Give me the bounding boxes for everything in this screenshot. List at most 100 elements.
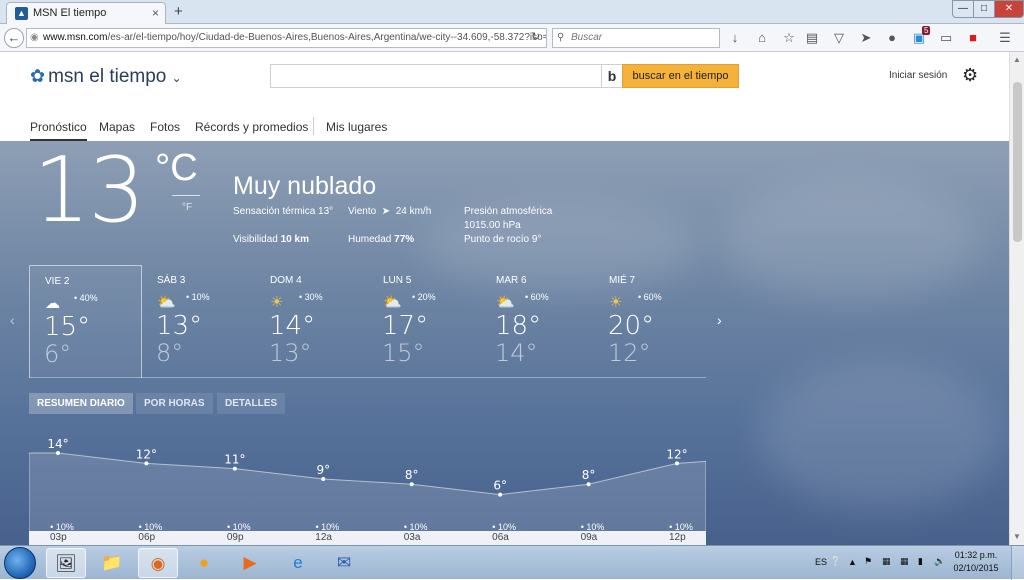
window-maximize-button[interactable]: □ <box>973 0 995 18</box>
network-icon[interactable]: ▦ <box>900 556 909 567</box>
windows-taskbar: 🖼 📁 ◉ ● ▶ e ✉ ES ❔ ▲ ⚑ ▦ ▦ ▮ 🔊 01:32 p.m… <box>0 545 1024 580</box>
close-tab-icon[interactable]: × <box>152 6 159 20</box>
tray-flag-icon[interactable]: ⚑ <box>864 556 872 567</box>
reload-icon[interactable]: ↻ <box>531 30 540 43</box>
chat-icon[interactable]: ● <box>884 30 900 45</box>
forecast-day-card[interactable]: VIE 2 ☁ • 40% 15° 6° <box>29 265 142 378</box>
language-indicator[interactable]: ES <box>815 557 827 567</box>
tray-grid-icon[interactable]: ▦ <box>882 556 891 567</box>
tab-resumen-diario[interactable]: RESUMEN DIARIO <box>29 393 133 414</box>
pressure: Presión atmosférica <box>464 206 552 217</box>
system-clock[interactable]: 01:32 p.m. 02/10/2015 <box>946 549 1006 575</box>
search-weather-button[interactable]: buscar en el tiempo <box>622 64 739 88</box>
hour-tick-label: 12a <box>315 532 332 543</box>
weather-search-input[interactable] <box>270 64 602 88</box>
current-temperature: 13 <box>33 141 146 243</box>
dew-value: 9° <box>531 234 542 245</box>
signin-link[interactable]: Iniciar sesión <box>889 70 947 81</box>
globe-icon: ◉ <box>30 32 39 43</box>
forecast-day-card[interactable]: LUN 5 ⛅ • 20% 17° 15° <box>368 265 481 378</box>
forecast-day-card[interactable]: SÁB 3 ⛅ • 10% 13° 8° <box>142 265 255 378</box>
taskbar-thunderbird-icon[interactable]: ✉ <box>324 548 364 578</box>
unit-fahrenheit[interactable]: °F <box>182 202 192 213</box>
wind: Viento ➤ 24 km/h <box>348 206 431 217</box>
download-icon[interactable]: ↓ <box>727 30 743 45</box>
forecast-day-card[interactable]: MAR 6 ⛅ • 60% 18° 14° <box>481 265 594 378</box>
temperature-point[interactable] <box>144 461 149 466</box>
taskbar-folder-icon[interactable]: 📁 <box>92 548 132 578</box>
menu-icon[interactable]: ☰ <box>997 30 1013 46</box>
start-button[interactable] <box>4 547 36 579</box>
new-tab-button[interactable]: + <box>174 3 183 20</box>
sunny-icon: ☀ <box>270 294 284 311</box>
search-placeholder: Buscar <box>571 32 603 43</box>
tab-detalles[interactable]: DETALLES <box>217 393 286 414</box>
forecast-day-card[interactable]: DOM 4 ☀ • 30% 14° 13° <box>255 265 368 378</box>
hour-tick-label: 03p <box>50 532 67 543</box>
bookmarks-list-icon[interactable]: ▤ <box>804 30 820 46</box>
power-icon[interactable]: ▮ <box>918 556 923 567</box>
hour-tick-label: 06a <box>492 532 509 543</box>
taskbar-player-icon[interactable]: ▶ <box>230 548 270 578</box>
taskbar-ie-icon[interactable]: e <box>278 548 318 578</box>
humidity-value: 77% <box>394 234 415 245</box>
temperature-point[interactable] <box>232 466 237 471</box>
hour-tick-label: 09a <box>580 532 598 543</box>
temperature-label: 14° <box>47 437 68 451</box>
volume-icon[interactable]: 🔊 <box>934 556 945 567</box>
unit-celsius[interactable]: °C <box>155 147 198 190</box>
tab-mis-lugares[interactable]: Mis lugares <box>326 120 387 134</box>
pocket-icon[interactable]: ▽ <box>831 30 847 46</box>
temperature-point[interactable] <box>409 482 414 487</box>
forecast-precip: • 20% <box>412 292 436 302</box>
temperature-label: 6° <box>493 479 507 493</box>
visibility-value: 10 km <box>280 234 309 245</box>
temperature-point[interactable] <box>56 451 60 455</box>
gear-icon[interactable]: ⚙ <box>962 65 978 86</box>
bookmark-star-icon[interactable]: ☆ <box>781 30 797 46</box>
tab-mapas[interactable]: Mapas <box>99 120 135 134</box>
chevron-down-icon: ⌄ <box>171 71 182 85</box>
forecast-day-card[interactable]: MIÉ 7 ☀ • 60% 20° 12° <box>594 265 707 378</box>
partly-sunny-icon: ⛅ <box>496 294 515 311</box>
taskbar-explorer-window-icon[interactable]: 🖼 <box>46 548 86 578</box>
browser-tab[interactable]: ▲ MSN El tiempo × <box>6 2 166 24</box>
url-bar[interactable]: ◉ www.msn.com/es-ar/el-tiempo/hoy/Ciudad… <box>26 28 547 48</box>
tray-arrow-icon[interactable]: ▲ <box>848 557 857 567</box>
send-icon[interactable]: ➤ <box>858 30 874 46</box>
temperature-point[interactable] <box>498 492 503 497</box>
screen-icon[interactable]: ▭ <box>938 30 954 46</box>
browser-search-input[interactable]: ⚲ Buscar <box>552 28 720 48</box>
tab-por-horas[interactable]: POR HORAS <box>136 393 213 414</box>
page-scrollbar[interactable]: ▲ ▼ <box>1009 52 1024 545</box>
scroll-down-icon[interactable]: ▼ <box>1013 532 1021 541</box>
forecast-next-arrow-icon[interactable]: › <box>717 312 722 328</box>
tab-fotos[interactable]: Fotos <box>150 120 180 134</box>
forecast-precip: • 40% <box>74 293 98 303</box>
tab-pronostico[interactable]: Pronóstico <box>30 120 87 141</box>
taskbar-media-icon[interactable]: ● <box>184 548 224 578</box>
msn-logo[interactable]: ✿ msn el tiempo ⌄ <box>30 66 182 88</box>
current-condition: Muy nublado <box>233 172 377 200</box>
forecast-high: 18° <box>495 311 542 341</box>
temperature-point[interactable] <box>586 482 591 487</box>
scroll-up-icon[interactable]: ▲ <box>1013 55 1021 64</box>
feels-label: Sensación térmica <box>233 206 316 217</box>
show-desktop-button[interactable] <box>1011 546 1024 580</box>
back-button[interactable]: ← <box>4 28 24 48</box>
temperature-point[interactable] <box>321 477 326 481</box>
youtube-icon[interactable]: ■ <box>965 30 981 45</box>
taskbar-firefox-icon[interactable]: ◉ <box>138 548 178 578</box>
scrollbar-thumb[interactable] <box>1013 82 1022 242</box>
forecast-prev-arrow-icon[interactable]: ‹ <box>10 312 15 328</box>
window-close-button[interactable]: ✕ <box>994 0 1024 18</box>
tab-title: MSN El tiempo <box>33 7 107 19</box>
home-icon[interactable]: ⌂ <box>754 30 770 45</box>
tab-records[interactable]: Récords y promedios <box>195 120 308 134</box>
hourly-temperature-chart: 14° • 10% 12° • 10% 11° • 10% 9° • 10% 8° • 10% 6°… <box>29 431 706 545</box>
temperature-point[interactable] <box>675 461 679 466</box>
forecast-precip: • 60% <box>638 292 662 302</box>
window-minimize-button[interactable]: — <box>952 0 974 18</box>
forecast-low: 6° <box>44 340 72 368</box>
help-icon[interactable]: ❔ <box>830 556 841 567</box>
